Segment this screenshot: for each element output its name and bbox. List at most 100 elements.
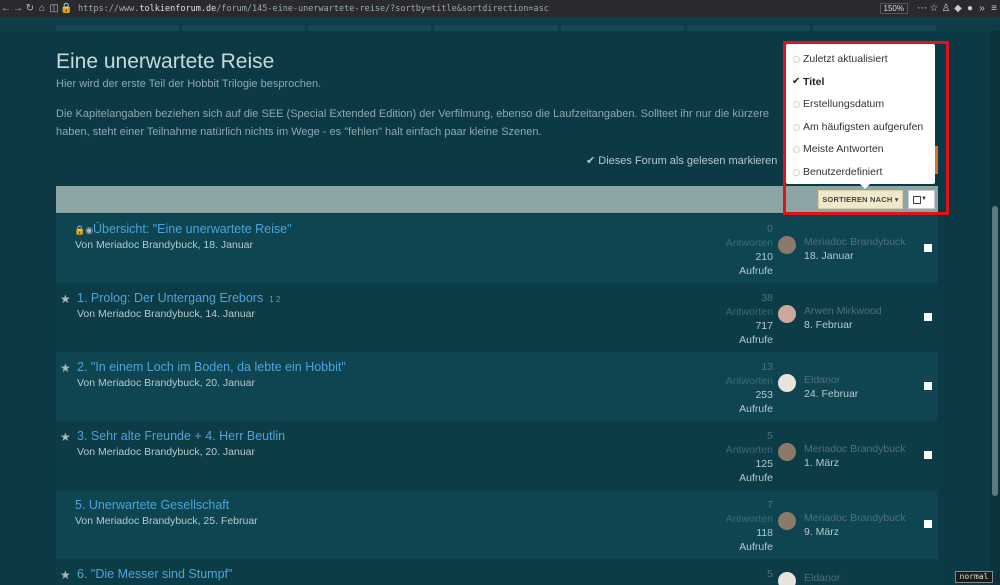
topic-title: Übersicht: "Eine unerwartete Reise"	[93, 222, 292, 236]
last-poster[interactable]: Meriadoc Brandybuck	[804, 236, 906, 248]
nav-tab[interactable]	[308, 25, 432, 31]
row-checkbox[interactable]	[924, 244, 932, 252]
avatar[interactable]	[778, 374, 796, 392]
last-poster[interactable]: Arwen Mirkwood	[804, 305, 882, 317]
topic-title: 2. "In einem Loch im Boden, da lebte ein…	[77, 360, 346, 374]
avatar[interactable]	[778, 443, 796, 461]
topic-author: Von Meriadoc Brandybuck, 14. Januar	[77, 308, 256, 320]
avatar[interactable]	[778, 305, 796, 323]
mark-read-label: Dieses Forum als gelesen markieren	[598, 155, 778, 167]
reply-count: 13	[761, 361, 773, 373]
avatar[interactable]	[778, 572, 796, 585]
star-icon: ★	[60, 292, 71, 306]
last-post-date[interactable]: 8. Februar	[804, 319, 852, 331]
topic-stats: 5	[710, 567, 773, 581]
topic-stats: 5 Antworten 125 Aufrufe	[710, 429, 773, 485]
view-count: 210	[755, 251, 773, 263]
last-post-date[interactable]: 18. Januar	[804, 250, 854, 262]
overflow-icon[interactable]: »	[976, 3, 988, 14]
url-prefix: https://www.	[78, 3, 140, 14]
nav-tab[interactable]	[686, 25, 810, 31]
topic-author: Von Meriadoc Brandybuck, 25. Februar	[75, 515, 258, 527]
site-nav-strip	[0, 17, 1000, 31]
table-row[interactable]: ★ 1. Prolog: Der Untergang Erebors 1 2 Vo…	[56, 283, 938, 352]
topic-title-link[interactable]: Übersicht: "Eine unerwartete Reise"	[93, 222, 292, 236]
last-poster[interactable]: Eldanor	[804, 374, 840, 386]
url-domain: tolkienforum.de	[139, 3, 217, 14]
topic-title-link[interactable]: 6. "Die Messer sind Stumpf"	[77, 567, 232, 581]
topic-stats: 38 Antworten 717 Aufrufe	[710, 291, 773, 347]
bookmark-star-icon[interactable]: ☆	[928, 3, 940, 14]
extension-icon[interactable]: ◆	[952, 3, 964, 14]
row-checkbox[interactable]	[924, 382, 932, 390]
mode-indicator: normal	[955, 571, 993, 583]
topic-stats: 0 Antworten 210 Aufrufe	[710, 222, 773, 278]
checkmark-icon: ✔	[586, 155, 596, 167]
reply-count: 38	[761, 292, 773, 304]
topic-stats: 7 Antworten 118 Aufrufe	[710, 498, 773, 554]
row-checkbox[interactable]	[924, 313, 932, 321]
star-icon: ★	[60, 361, 71, 375]
topic-title: 5. Unerwartete Gesellschaft	[75, 498, 230, 512]
mark-read-link[interactable]: ✔ Dieses Forum als gelesen markieren	[586, 154, 777, 167]
reply-count: 0	[767, 223, 773, 235]
topic-author: Von Meriadoc Brandybuck, 20. Januar	[77, 446, 256, 458]
account-icon[interactable]: ♙	[940, 3, 952, 14]
view-count: 125	[755, 458, 773, 470]
back-icon[interactable]: ←	[0, 3, 12, 14]
shield-icon[interactable]: ◫	[48, 3, 60, 14]
forum-title: Eine unerwartete Reise	[56, 50, 275, 73]
scrollbar-thumb[interactable]	[992, 206, 998, 496]
last-poster[interactable]: Eldanor	[804, 572, 840, 584]
avatar[interactable]	[778, 236, 796, 254]
table-row[interactable]: ★ 6. "Die Messer sind Stumpf" 5 Eldanor	[56, 559, 938, 585]
home-icon[interactable]: ⌂	[36, 3, 48, 14]
row-checkbox[interactable]	[924, 451, 932, 459]
row-checkbox[interactable]	[924, 520, 932, 528]
last-poster[interactable]: Meriadoc Brandybuck	[804, 512, 906, 524]
topic-author: Von Meriadoc Brandybuck, 18. Januar	[75, 239, 254, 251]
reply-label: Antworten	[725, 444, 773, 456]
last-post-date[interactable]: 24. Februar	[804, 388, 858, 400]
more-icon[interactable]: ⋯	[916, 3, 928, 14]
topic-title: 3. Sehr alte Freunde + 4. Herr Beutlin	[77, 429, 286, 443]
page-scrollbar[interactable]	[990, 31, 1000, 585]
nav-tab[interactable]	[560, 25, 684, 31]
last-post-date[interactable]: 1. März	[804, 457, 839, 469]
last-post-date[interactable]: 9. März	[804, 526, 839, 538]
forum-description: Die Kapitelangaben beziehen sich auf die…	[56, 108, 770, 138]
table-row[interactable]: ★ 3. Sehr alte Freunde + 4. Herr Beutlin…	[56, 421, 938, 490]
shield-ext-icon[interactable]: ●	[964, 3, 976, 14]
view-count: 717	[755, 320, 773, 332]
zoom-level[interactable]: 150%	[879, 3, 908, 14]
nav-tab[interactable]	[56, 25, 180, 31]
last-poster[interactable]: Meriadoc Brandybuck	[804, 443, 906, 455]
topic-title-link[interactable]: 3. Sehr alte Freunde + 4. Herr Beutlin	[77, 429, 285, 443]
reply-count: 7	[767, 499, 773, 511]
topic-title: 6. "Die Messer sind Stumpf"	[77, 567, 233, 581]
nav-tab[interactable]	[182, 25, 306, 31]
topic-title-link[interactable]: 1. Prolog: Der Untergang Erebors 1 2	[77, 291, 280, 305]
table-row[interactable]: ★ 2. "In einem Loch im Boden, da lebte e…	[56, 352, 938, 421]
reply-count: 5	[767, 430, 773, 442]
url-path: /forum/145-eine-unerwartete-reise/?sortb…	[216, 3, 549, 14]
menu-icon[interactable]: ≡	[988, 3, 1000, 14]
forward-icon[interactable]: →	[12, 3, 24, 14]
url-bar[interactable]: https://www.tolkienforum.de/forum/145-ei…	[78, 4, 880, 14]
view-label: Aufrufe	[739, 265, 773, 277]
nav-tab[interactable]	[812, 25, 936, 31]
table-row[interactable]: 5. Unerwartete Gesellschaft Von Meriadoc…	[56, 490, 938, 559]
reload-icon[interactable]: ↻	[24, 3, 36, 14]
highlight-box	[783, 41, 949, 215]
table-row[interactable]: 🔒◉ Übersicht: "Eine unerwartete Reise" V…	[56, 214, 938, 283]
reply-label: Antworten	[725, 306, 773, 318]
topic-title-link[interactable]: 5. Unerwartete Gesellschaft	[75, 498, 229, 512]
topic-title: 1. Prolog: Der Untergang Erebors	[77, 291, 264, 305]
star-icon: ★	[60, 568, 71, 582]
star-icon: ★	[60, 430, 71, 444]
nav-tab[interactable]	[434, 25, 558, 31]
reply-label: Antworten	[725, 237, 773, 249]
avatar[interactable]	[778, 512, 796, 530]
topic-title-link[interactable]: 2. "In einem Loch im Boden, da lebte ein…	[77, 360, 346, 374]
topic-pages[interactable]: 1 2	[269, 295, 280, 304]
